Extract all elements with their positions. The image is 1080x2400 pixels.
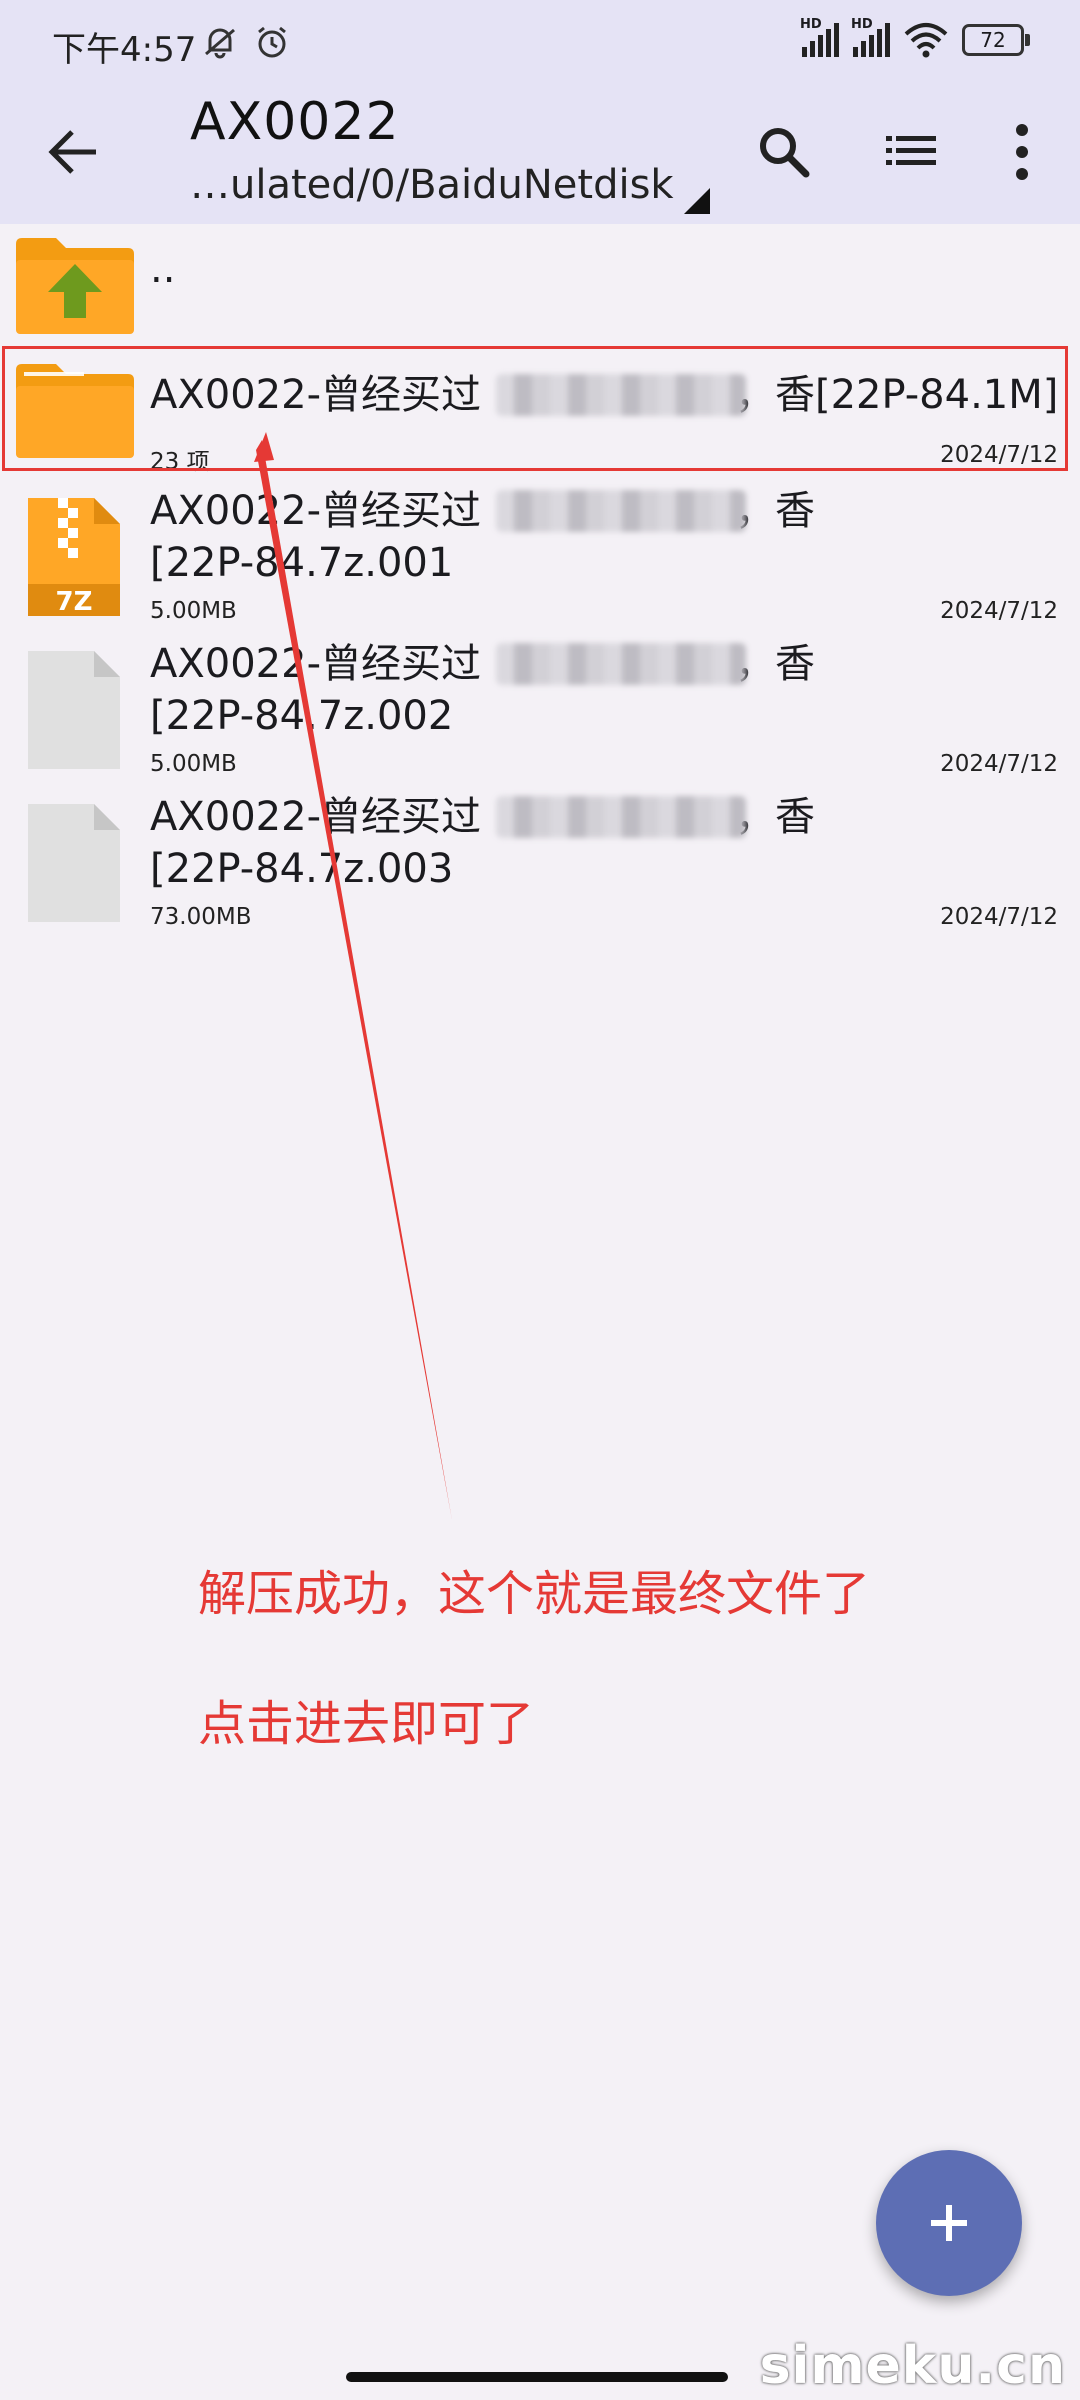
gesture-home-bar[interactable]: [346, 2372, 728, 2382]
annotation-text-1: 解压成功，这个就是最终文件了: [198, 1566, 871, 1622]
watermark: simeku.cn: [759, 2336, 1066, 2396]
plus-icon: [931, 2205, 967, 2241]
add-button[interactable]: [876, 2150, 1022, 2296]
annotation-arrow: [254, 432, 452, 1520]
annotation-text-2: 点击进去即可了: [198, 1696, 535, 1752]
